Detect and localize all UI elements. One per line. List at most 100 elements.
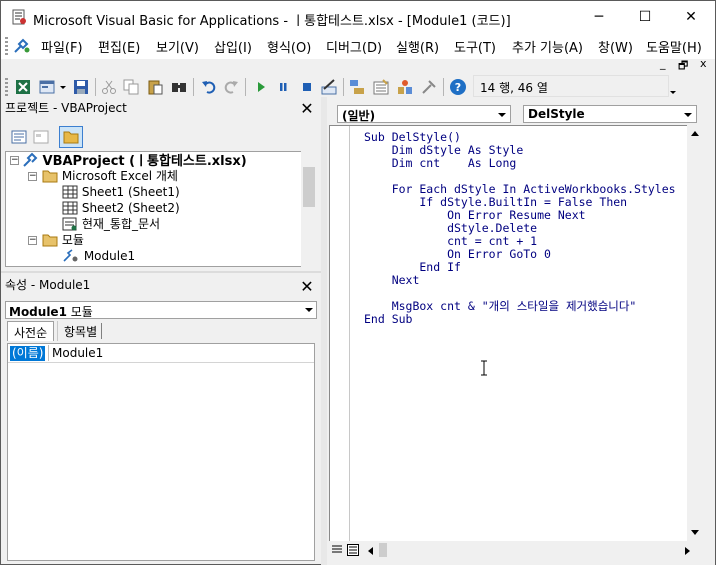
toggle-folders-button[interactable] [59, 126, 83, 148]
menu-grip[interactable] [5, 37, 8, 55]
tree-expander[interactable]: − [28, 236, 37, 245]
scroll-left-icon[interactable] [367, 546, 375, 556]
vba-menu-icon [14, 38, 30, 53]
pane-splitter[interactable] [1, 271, 321, 273]
open-folder-icon [42, 170, 58, 183]
menu-edit[interactable]: 편집(E) [98, 37, 140, 56]
tab-categorized[interactable]: 항목별 [57, 321, 103, 341]
maximize-button[interactable]: ☐ [622, 1, 668, 33]
save-icon[interactable] [73, 79, 89, 95]
paste-icon[interactable] [147, 79, 163, 95]
view-code-icon[interactable] [11, 129, 27, 145]
excel-view-icon[interactable] [15, 79, 31, 95]
scrollbar-thumb[interactable] [303, 167, 315, 207]
close-button[interactable]: ✕ [668, 1, 714, 33]
cursor-position-status: 14 행, 46 열 [473, 75, 669, 97]
toolbar-grip[interactable] [5, 78, 8, 96]
object-combo[interactable]: (일반) [337, 105, 511, 123]
dropdown-arrow-icon[interactable] [59, 79, 67, 95]
procedure-combo-value: DelStyle [528, 107, 585, 121]
folder-icon [63, 131, 79, 144]
mdi-minimize-button[interactable]: _ [660, 57, 666, 70]
break-icon[interactable] [275, 79, 291, 95]
vba-project-icon [23, 152, 38, 167]
grid-row-line [8, 362, 314, 363]
scroll-up-icon[interactable] [690, 129, 700, 137]
code-bottom-bar [329, 541, 703, 559]
tree-expander[interactable]: − [28, 172, 37, 181]
tab-alphabetic[interactable]: 사전순 [7, 321, 55, 341]
code-line[interactable]: End Sub [364, 313, 412, 326]
tree-item-thisworkbook[interactable]: 현재_통합_문서 [62, 216, 160, 232]
cut-icon[interactable] [101, 79, 117, 95]
redo-icon[interactable] [223, 79, 239, 95]
tree-modules-folder[interactable]: 모듈 [42, 232, 84, 248]
svg-text:?: ? [455, 81, 461, 94]
run-icon[interactable] [253, 79, 269, 95]
tree-item-label: 현재_통합_문서 [81, 217, 161, 231]
minimize-button[interactable]: ─ [576, 1, 622, 33]
code-line[interactable]: Dim cnt As Long [364, 157, 517, 170]
properties-pane-close-button[interactable]: ✕ [299, 279, 315, 295]
code-editor[interactable]: Sub DelStyle() Dim dStyle As Style Dim c… [329, 125, 687, 542]
workbook-icon [62, 217, 77, 231]
copy-icon[interactable] [123, 79, 139, 95]
code-vertical-scrollbar[interactable] [687, 125, 703, 541]
object-combo-value: (일반) [342, 109, 376, 123]
module-icon [63, 249, 78, 262]
insert-userform-icon[interactable] [39, 79, 55, 95]
tree-item-module1[interactable]: Module1 [62, 248, 135, 264]
toolbox-icon[interactable] [421, 79, 437, 95]
vbe-window: Microsoft Visual Basic for Applications … [0, 0, 716, 565]
tree-item-label: Sheet1 (Sheet1) [81, 185, 180, 199]
mdi-close-button[interactable]: x [700, 57, 707, 70]
tree-item-label: Module1 [83, 249, 136, 263]
tree-expander[interactable]: − [10, 156, 19, 165]
reset-icon[interactable] [299, 79, 315, 95]
menu-view[interactable]: 보기(V) [156, 37, 199, 56]
properties-window-icon[interactable] [373, 79, 389, 95]
menu-help[interactable]: 도움말(H) [646, 37, 702, 56]
property-name-key[interactable]: (이름) [10, 346, 46, 361]
code-window: (일반) DelStyle Sub DelStyle() Dim dStyle … [327, 101, 715, 565]
tree-item-sheet1[interactable]: Sheet1 (Sheet1) [62, 184, 180, 200]
full-module-view-icon[interactable] [347, 544, 359, 556]
undo-icon[interactable] [201, 79, 217, 95]
object-browser-icon[interactable] [397, 79, 413, 95]
project-pane-toolbar [1, 125, 319, 149]
code-margin-indicator-bar[interactable] [330, 126, 350, 542]
find-icon[interactable] [171, 79, 187, 95]
menu-tools[interactable]: 도구(T) [454, 37, 496, 56]
design-mode-icon[interactable] [321, 79, 337, 95]
hscroll-thumb[interactable] [379, 543, 387, 557]
tree-root[interactable]: VBAProject (ㅣ통합테스트.xlsx) [22, 152, 247, 169]
vba-app-icon [12, 9, 26, 25]
project-pane-close-button[interactable]: ✕ [299, 101, 315, 117]
menu-window[interactable]: 창(W) [598, 37, 633, 56]
project-explorer-icon[interactable] [349, 79, 365, 95]
menu-addins[interactable]: 추가 기능(A) [512, 37, 583, 56]
menu-run[interactable]: 실행(R) [396, 37, 439, 56]
menu-insert[interactable]: 삽입(I) [214, 37, 252, 56]
view-object-icon[interactable] [33, 129, 49, 145]
scroll-right-icon[interactable] [683, 546, 691, 556]
help-icon[interactable]: ? [449, 78, 467, 96]
procedure-view-icon[interactable] [331, 544, 343, 556]
tab-divider [101, 323, 102, 339]
scroll-down-icon[interactable] [690, 529, 700, 537]
code-line[interactable]: Next [364, 274, 420, 287]
worksheet-icon [62, 201, 78, 215]
menu-bar: 파일(F) 편집(E) 보기(V) 삽입(I) 형식(O) 디버그(D) 실행(… [1, 33, 715, 59]
menu-debug[interactable]: 디버그(D) [326, 37, 382, 56]
menu-format[interactable]: 형식(O) [267, 37, 311, 56]
properties-grid: (이름) Module1 [7, 343, 315, 561]
toolbar-overflow-icon[interactable] [669, 77, 677, 97]
tree-item-sheet2[interactable]: Sheet2 (Sheet2) [62, 200, 180, 216]
procedure-combo[interactable]: DelStyle [523, 105, 697, 123]
project-tree-scrollbar[interactable] [301, 151, 317, 267]
menu-file[interactable]: 파일(F) [41, 37, 83, 56]
property-name-value[interactable]: Module1 [52, 346, 103, 361]
toolbar-separator [95, 78, 96, 96]
tree-excel-objects-folder[interactable]: Microsoft Excel 개체 [42, 168, 178, 184]
properties-object-dropdown[interactable]: Module1 모듈 [5, 301, 317, 319]
